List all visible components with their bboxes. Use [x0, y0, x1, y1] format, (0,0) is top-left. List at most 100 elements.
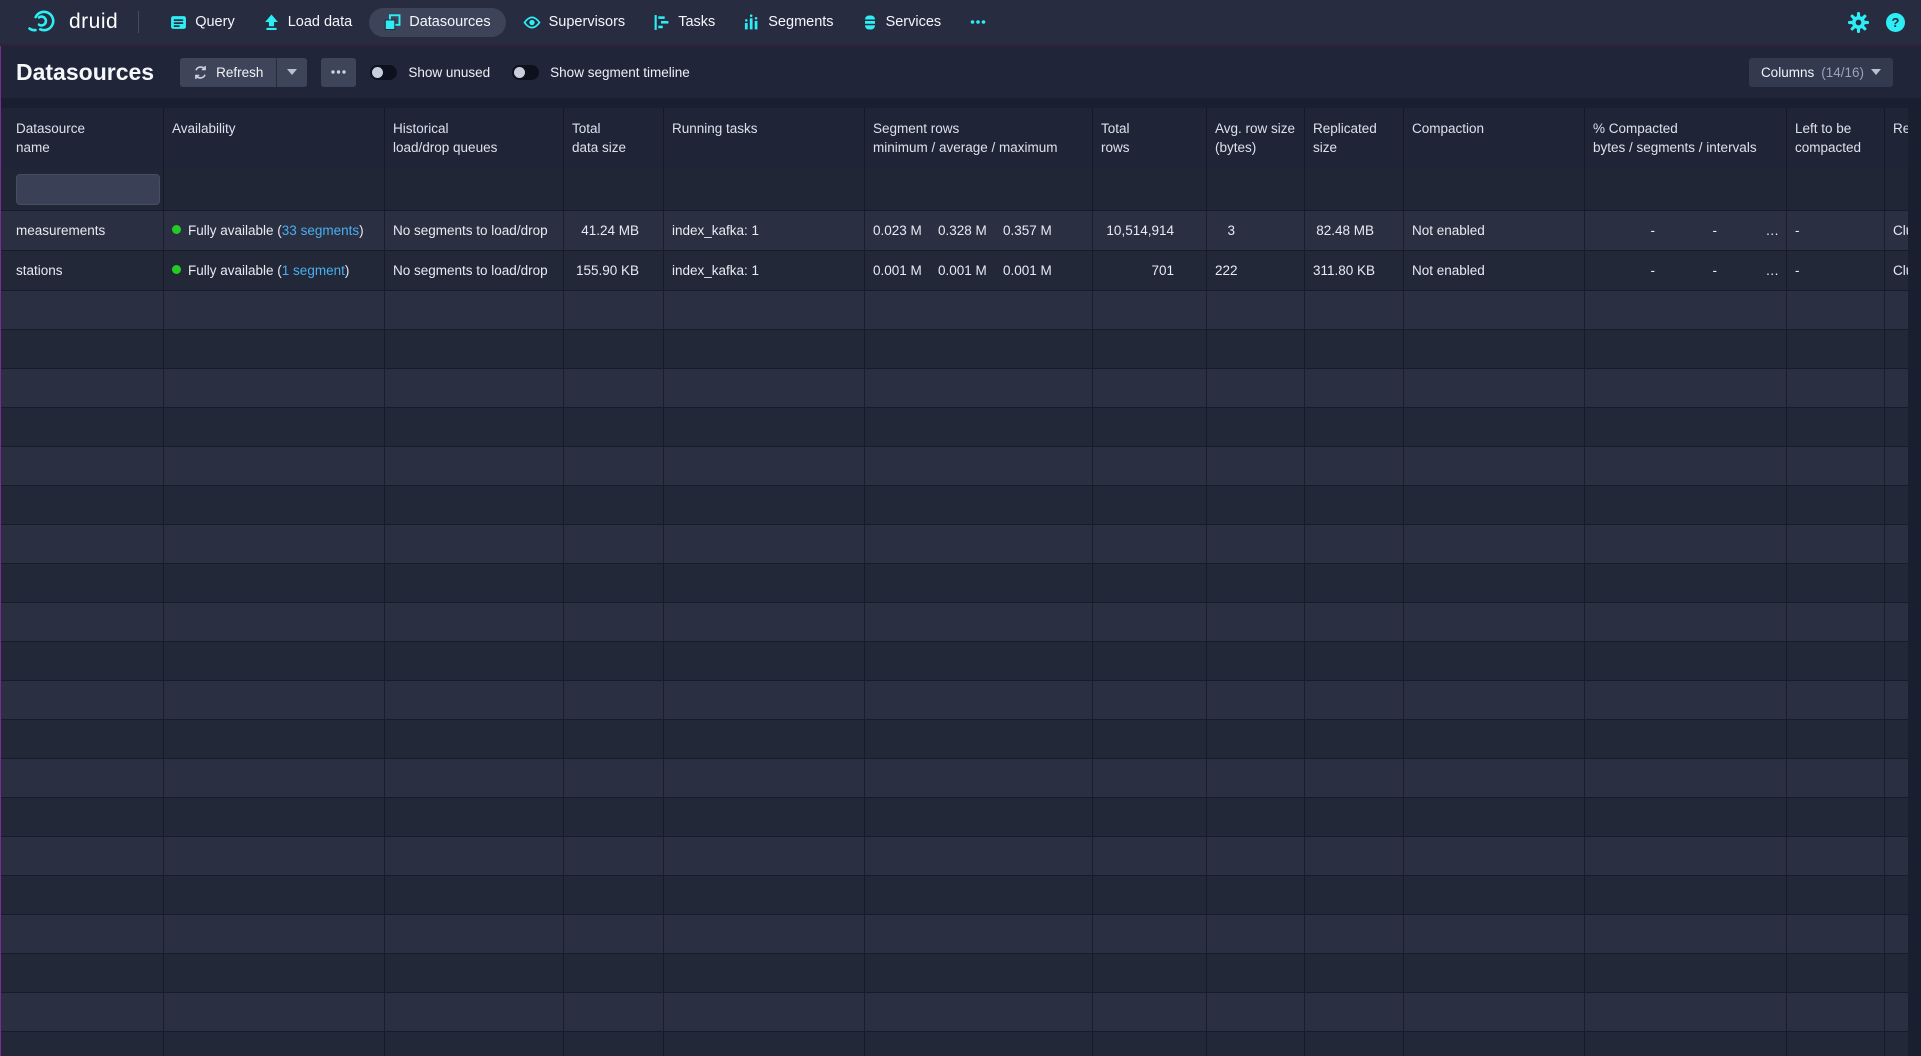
gear-icon[interactable]: [1848, 12, 1869, 33]
filter-cell-availability: [164, 168, 385, 210]
col-header-pctCompacted[interactable]: % Compactedbytes / segments / intervals: [1585, 108, 1787, 168]
col-header-leftCompacted[interactable]: Left to becompacted: [1787, 108, 1885, 168]
empty-cell: [1207, 447, 1305, 485]
col-header-label: name: [16, 138, 155, 157]
empty-cell: [1787, 369, 1885, 407]
empty-cell: [1787, 564, 1885, 602]
empty-cell: [385, 525, 564, 563]
empty-cell: [0, 954, 164, 992]
empty-cell: [1787, 837, 1885, 875]
empty-cell: [664, 642, 865, 680]
col-header-name[interactable]: Datasourcename: [0, 108, 164, 168]
druid-swirl-icon: [27, 9, 60, 35]
empty-row: [0, 954, 1908, 993]
cell-value: 82.48 MB: [1316, 223, 1374, 238]
sub-value: -: [1593, 251, 1655, 290]
empty-cell: [1305, 486, 1404, 524]
empty-row: [0, 369, 1908, 408]
tasks-icon: [653, 14, 670, 31]
col-header-label: Historical: [393, 119, 555, 138]
empty-cell: [1787, 408, 1885, 446]
empty-cell: [385, 837, 564, 875]
empty-cell: [385, 330, 564, 368]
empty-cell: [1787, 447, 1885, 485]
show-segment-timeline-toggle[interactable]: Show segment timeline: [512, 65, 698, 80]
empty-cell: [1885, 408, 1908, 446]
col-header-historical[interactable]: Historicalload/drop queues: [385, 108, 564, 168]
empty-cell: [385, 486, 564, 524]
empty-cell: [1885, 993, 1908, 1031]
segments-link[interactable]: 33 segments: [282, 223, 359, 238]
cell-value: -: [1795, 223, 1800, 238]
empty-cell: [1787, 993, 1885, 1031]
col-header-label: Retention: [1893, 119, 1908, 138]
cell-avgRowSize: 222: [1207, 251, 1305, 290]
col-header-label: Running tasks: [672, 119, 856, 138]
nav-item-segments[interactable]: Segments: [732, 8, 844, 37]
empty-row: [0, 993, 1908, 1032]
col-header-segmentRows[interactable]: Segment rowsminimum / average / maximum: [865, 108, 1093, 168]
empty-cell: [164, 915, 385, 953]
empty-cell: [164, 330, 385, 368]
nav-item-label: Load data: [288, 14, 353, 30]
empty-cell: [564, 954, 664, 992]
empty-cell: [164, 486, 385, 524]
nav-item-more[interactable]: [958, 8, 998, 36]
col-header-replicatedSize[interactable]: Replicatedsize: [1305, 108, 1404, 168]
col-header-runningTasks[interactable]: Running tasks: [664, 108, 865, 168]
segments-link[interactable]: 1 segment: [282, 263, 345, 278]
empty-cell: [1305, 798, 1404, 836]
empty-row: [0, 798, 1908, 837]
empty-cell: [865, 291, 1093, 329]
nav-item-load-data[interactable]: Load data: [252, 8, 364, 37]
col-header-availability[interactable]: Availability: [164, 108, 385, 168]
empty-cell: [164, 993, 385, 1031]
druid-logo[interactable]: druid: [27, 9, 118, 35]
empty-cell: [164, 837, 385, 875]
availability-text: Fully available (: [188, 223, 282, 238]
empty-cell: [564, 1032, 664, 1056]
cell-value: 222: [1215, 263, 1238, 278]
refresh-options-caret-button[interactable]: [276, 58, 307, 87]
empty-cell: [1093, 291, 1207, 329]
more-actions-button[interactable]: [321, 58, 356, 87]
col-header-retention[interactable]: Retention: [1885, 108, 1908, 168]
empty-cell: [1093, 486, 1207, 524]
nav-item-label: Tasks: [678, 14, 715, 30]
columns-picker-button[interactable]: Columns (14/16): [1749, 58, 1893, 87]
empty-cell: [1305, 603, 1404, 641]
col-header-compaction[interactable]: Compaction: [1404, 108, 1585, 168]
empty-cell: [664, 408, 865, 446]
col-header-totalRows[interactable]: Totalrows: [1093, 108, 1207, 168]
col-header-avgRowSize[interactable]: Avg. row size(bytes): [1207, 108, 1305, 168]
datasource-name-filter-input[interactable]: [16, 174, 160, 205]
nav-item-services[interactable]: Services: [851, 8, 953, 37]
empty-cell: [865, 564, 1093, 602]
show-unused-toggle[interactable]: Show unused: [370, 65, 498, 80]
filter-cell-compaction: [1404, 168, 1585, 210]
empty-row: [0, 408, 1908, 447]
empty-cell: [865, 486, 1093, 524]
refresh-button[interactable]: Refresh: [180, 58, 276, 87]
help-icon[interactable]: ?: [1886, 13, 1905, 32]
filter-cell-leftCompacted: [1787, 168, 1885, 210]
nav-item-tasks[interactable]: Tasks: [642, 8, 726, 37]
col-header-totalDataSize[interactable]: Totaldata size: [564, 108, 664, 168]
empty-cell: [1885, 798, 1908, 836]
cell-compaction: Not enabled: [1404, 211, 1585, 250]
empty-row: [0, 876, 1908, 915]
nav-item-datasources[interactable]: Datasources: [369, 8, 505, 37]
empty-cell: [664, 291, 865, 329]
nav-item-supervisors[interactable]: Supervisors: [512, 8, 637, 37]
empty-cell: [664, 369, 865, 407]
empty-cell: [164, 759, 385, 797]
empty-cell: [1885, 486, 1908, 524]
nav-item-query[interactable]: Query: [159, 8, 246, 37]
empty-cell: [1885, 330, 1908, 368]
empty-cell: [865, 369, 1093, 407]
empty-cell: [1585, 915, 1787, 953]
empty-cell: [564, 720, 664, 758]
col-header-label: bytes / segments / intervals: [1593, 138, 1778, 157]
empty-cell: [865, 1032, 1093, 1056]
col-header-label: size: [1313, 138, 1395, 157]
